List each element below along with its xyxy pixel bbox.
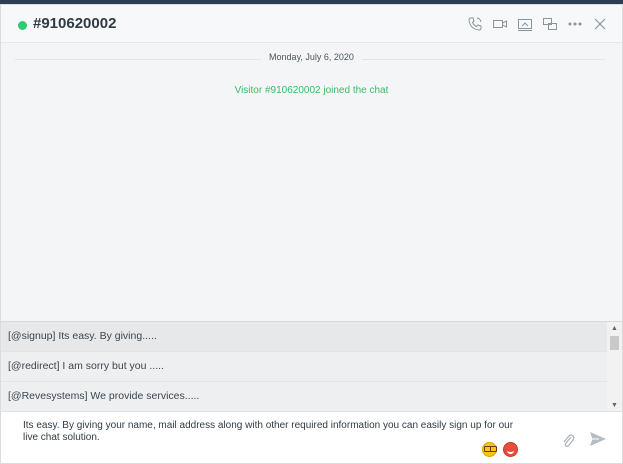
canned-scrollbar[interactable]: ▲ ▼: [607, 322, 622, 412]
chat-header: #910620002: [1, 5, 622, 43]
send-icon[interactable]: [589, 431, 607, 447]
chat-title: #910620002: [33, 15, 117, 32]
co-browse-icon[interactable]: [542, 16, 558, 32]
canned-responses-list: [@signup] Its easy. By giving..... [@red…: [1, 321, 622, 412]
scroll-down-arrow-icon[interactable]: ▼: [611, 402, 618, 409]
canned-response-item[interactable]: [@redirect] I am sorry but you .....: [1, 352, 607, 382]
nerd-emoji-icon[interactable]: [482, 442, 497, 457]
message-composer[interactable]: Its easy. By giving your name, mail addr…: [1, 411, 622, 463]
header-actions: [467, 16, 608, 32]
scroll-thumb[interactable]: [610, 336, 619, 350]
phone-icon[interactable]: [467, 16, 483, 32]
smile-emoji-icon[interactable]: [503, 442, 518, 457]
scroll-up-arrow-icon[interactable]: ▲: [611, 325, 618, 332]
canned-response-item[interactable]: [@signup] Its easy. By giving.....: [1, 322, 607, 352]
more-icon[interactable]: [567, 16, 583, 32]
chat-window: #910620002 Monday, July 6, 2020 Visitor …: [0, 4, 623, 464]
close-icon[interactable]: [592, 16, 608, 32]
date-label: Monday, July 6, 2020: [1, 52, 622, 62]
canned-response-item[interactable]: [@Revesystems] We provide services.....: [1, 382, 607, 412]
paperclip-icon[interactable]: [561, 432, 575, 448]
message-input[interactable]: Its easy. By giving your name, mail addr…: [23, 420, 523, 444]
system-message: Visitor #910620002 joined the chat: [234, 85, 389, 96]
message-area: Monday, July 6, 2020 Visitor #910620002 …: [1, 43, 622, 321]
online-status-dot: [18, 21, 27, 30]
video-icon[interactable]: [492, 16, 508, 32]
screen-share-icon[interactable]: [517, 16, 533, 32]
